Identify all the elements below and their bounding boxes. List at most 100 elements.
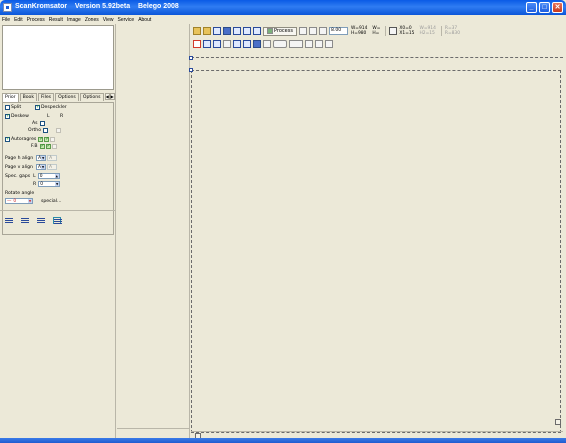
fill-icon[interactable] (253, 40, 261, 48)
process-button[interactable]: Process (263, 26, 297, 36)
export-icon[interactable] (315, 40, 323, 48)
fb-l2-checkbox[interactable] (45, 143, 51, 149)
as-l-checkbox[interactable] (39, 121, 45, 126)
open-folder-2-icon[interactable] (203, 27, 211, 35)
ortho-label: Ortho (28, 128, 42, 133)
text-tool-icon[interactable] (223, 40, 231, 48)
spinner-icon: ▲ (54, 174, 59, 178)
tab-options-2[interactable]: Options (79, 93, 104, 101)
fb-row: F.B (31, 143, 58, 149)
maximize-button[interactable]: □ (539, 2, 550, 13)
alignment-icons (5, 217, 69, 224)
corner-marker-icon[interactable] (189, 68, 193, 72)
paste-icon[interactable] (243, 27, 251, 35)
save-icon[interactable] (223, 27, 231, 35)
align-table-icon[interactable] (53, 217, 62, 224)
close-button[interactable]: ✕ (552, 2, 563, 13)
bold-icon[interactable] (263, 40, 271, 48)
page-content-area[interactable] (189, 68, 561, 433)
tab-prior[interactable]: Prior (2, 93, 19, 102)
tab-options[interactable]: Options (55, 93, 79, 101)
autoragres-l-checkbox[interactable] (38, 136, 43, 142)
page-v-align-r-value: A (48, 164, 52, 170)
grid-icon[interactable] (389, 27, 398, 35)
menu-image[interactable]: Image (67, 17, 81, 23)
page-icon[interactable] (298, 27, 307, 35)
gaps-r-spinner[interactable]: 0 ▼ (38, 181, 61, 187)
gaps-r-value: 0 (40, 181, 43, 187)
menu-service[interactable]: Service (118, 17, 135, 23)
fb-l-checkbox[interactable] (39, 143, 45, 149)
minimize-button[interactable]: _ (526, 2, 537, 13)
page-list-panel[interactable] (117, 24, 190, 443)
menu-edit[interactable]: Edit (14, 17, 23, 23)
page-h-align-r-select[interactable]: A (47, 155, 58, 161)
chevron-down-icon: ▼ (28, 199, 32, 203)
despeckler-checkbox[interactable] (35, 104, 40, 110)
image-2-icon[interactable] (213, 40, 221, 48)
size-readout-2: W= H= (372, 26, 380, 36)
taskbar (0, 438, 566, 443)
autoragres-checkbox[interactable] (5, 136, 10, 142)
align-justify-icon[interactable] (37, 217, 45, 224)
height2-readout: H= (372, 31, 380, 36)
open-folder-icon[interactable] (193, 27, 201, 35)
tab-scroll-right-icon[interactable]: ▶ (109, 93, 115, 100)
fb-label: F.B (31, 144, 38, 149)
deskew-checkbox[interactable] (5, 113, 10, 119)
zoom-value-field[interactable]: 8.00 (328, 27, 348, 35)
ortho-l-checkbox[interactable] (43, 128, 49, 133)
select-zone-icon[interactable] (193, 40, 201, 48)
menu-file[interactable]: File (2, 17, 10, 23)
thumbnail-preview[interactable] (2, 25, 114, 90)
gaps-l-spinner[interactable]: 0 ▲ (37, 173, 60, 179)
process-icon (267, 28, 273, 34)
align-left-icon[interactable] (5, 217, 13, 224)
page-list-hscroll[interactable] (117, 428, 190, 435)
image-icon[interactable] (203, 40, 211, 48)
page-v-align-row: Page v align A ▼ A (5, 164, 57, 170)
print-icon[interactable] (253, 27, 261, 35)
r2-readout: R=830 (444, 31, 461, 36)
page-2-icon[interactable] (308, 27, 317, 35)
copy-icon[interactable] (233, 27, 241, 35)
ortho-row: Ortho (28, 128, 62, 133)
page-v-align-select[interactable]: A ▼ (35, 164, 46, 170)
deskew-row: Deskew (5, 113, 29, 119)
corner-marker-icon[interactable] (189, 56, 193, 60)
autoragres-label: Autoragres (11, 137, 37, 142)
pages-icon[interactable] (243, 40, 251, 48)
page-3-icon[interactable] (318, 27, 327, 35)
autoragres-r-checkbox[interactable] (50, 137, 56, 142)
rotate-icon[interactable] (233, 40, 241, 48)
autoragres-l2-checkbox[interactable] (44, 136, 49, 142)
rotate-angle-select[interactable]: —0 ▼ (5, 198, 33, 204)
arrow-tool-icon[interactable] (305, 40, 313, 48)
ortho-r-checkbox[interactable] (56, 128, 62, 133)
page-v-align-label: Page v align (5, 164, 33, 170)
gaps-l-value: 0 (39, 173, 43, 179)
toolbar-separator-2 (440, 26, 442, 36)
resize-handle-icon[interactable] (555, 419, 561, 425)
process-label: Process (274, 27, 293, 34)
page-v-align-r-select[interactable]: A (46, 164, 57, 170)
tab-files[interactable]: Files (38, 93, 55, 101)
help-icon[interactable] (325, 40, 333, 48)
menu-view[interactable]: View (103, 17, 114, 23)
align-left-wide-icon[interactable] (21, 217, 29, 224)
tab-book[interactable]: Book (19, 93, 37, 101)
circle-select-icon[interactable] (273, 40, 287, 48)
x1-readout: X1=15 (399, 31, 415, 36)
left-panel-divider (0, 210, 116, 211)
dropdown-tool-icon[interactable] (289, 40, 303, 48)
fb-r-checkbox[interactable] (51, 144, 57, 149)
menu-result[interactable]: Result (49, 17, 63, 23)
special-link[interactable]: special... (41, 199, 61, 204)
page-h-align-select[interactable]: A ▼ (36, 155, 47, 161)
menu-process[interactable]: Process (27, 17, 45, 23)
menu-about[interactable]: About (138, 17, 151, 23)
menu-zones[interactable]: Zones (85, 17, 99, 23)
page-canvas[interactable] (189, 54, 566, 443)
split-checkbox[interactable] (5, 105, 10, 110)
scan-icon[interactable] (213, 27, 221, 35)
